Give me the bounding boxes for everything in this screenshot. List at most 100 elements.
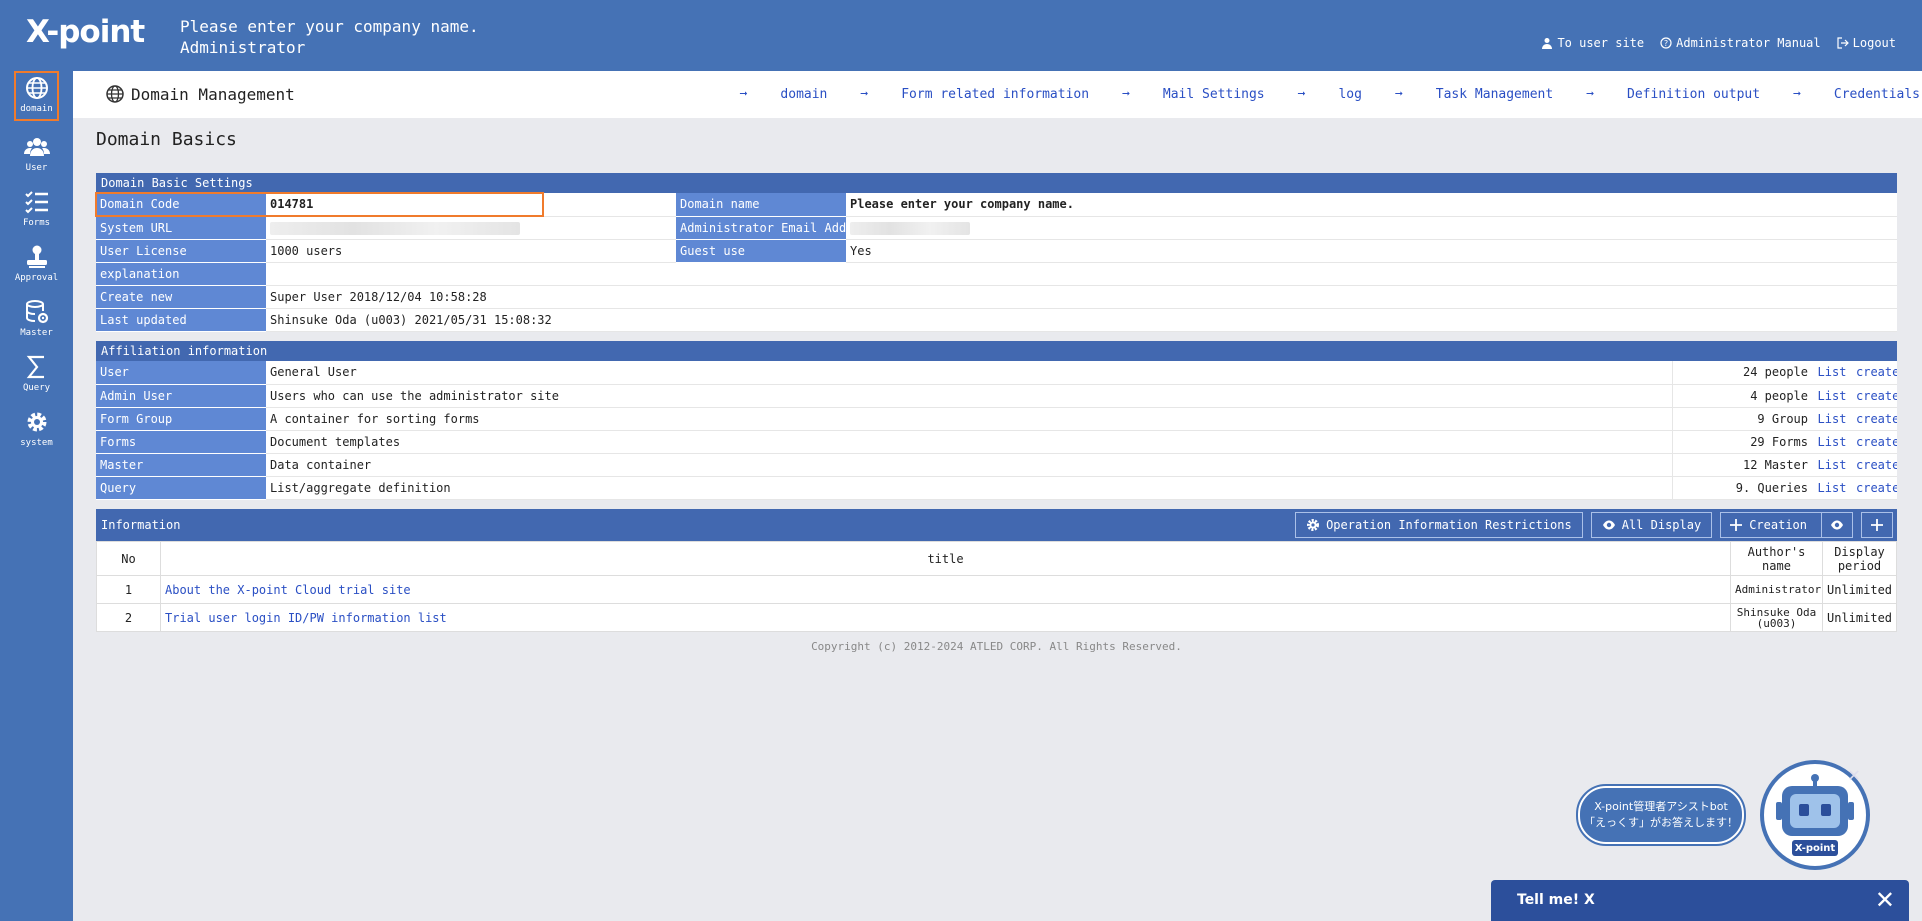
list-link[interactable]: List (1818, 458, 1847, 472)
affiliation-count: 12 Master (1671, 453, 1812, 477)
affiliation-name: Query (96, 476, 266, 500)
top-links: To user site ? Administrator Manual Logo… (1541, 36, 1896, 50)
section-title-label: Domain Management (131, 84, 295, 104)
affiliation-count: 9. Queries (1671, 476, 1812, 500)
domain-name-label: Domain name (676, 193, 846, 217)
affiliation-count: 9 Group (1671, 407, 1812, 431)
nav-item-domain[interactable]: domain (14, 71, 59, 121)
all-display-button[interactable]: All Display (1590, 512, 1713, 538)
link-label: Form related information (901, 87, 1090, 102)
affiliation-desc: A container for sorting forms (266, 407, 1672, 431)
nav-item-system[interactable]: system (14, 407, 59, 457)
information-header: Information Operation Information Restri… (96, 509, 1897, 541)
admin-manual-link[interactable]: ? Administrator Manual (1660, 36, 1821, 50)
user-role: Administrator (180, 38, 306, 57)
link-log[interactable]: ➞ log (1298, 87, 1362, 102)
link-domain[interactable]: ➞ domain (740, 87, 828, 102)
users-icon (23, 138, 50, 156)
list-link[interactable]: List (1818, 481, 1847, 495)
table-row: Master Data container 12 Master List create (96, 453, 1897, 477)
link-task-management[interactable]: ➞ Task Management (1395, 87, 1553, 102)
user-license-value: 1000 users (266, 239, 676, 263)
table-row: System URL Administrator Email Address (96, 216, 1897, 240)
button-label: Creation (1749, 518, 1807, 532)
information-table: No title Author's name Display period 1A… (96, 541, 1897, 632)
link-label: Credentials (1833, 87, 1920, 102)
col-display-period: Display period (1822, 541, 1897, 576)
system-url-label: System URL (96, 216, 266, 240)
create-link[interactable]: create (1856, 458, 1897, 472)
info-title-link[interactable]: Trial user login ID/PW information list (165, 611, 447, 625)
table-row: Last updated Shinsuke Oda (u003) 2021/05… (96, 308, 1897, 332)
creation-button[interactable]: Creation (1721, 513, 1815, 537)
plus-icon (1871, 519, 1883, 531)
nav-item-forms[interactable]: Forms (14, 187, 59, 237)
info-display-period: Unlimited (1822, 603, 1897, 632)
info-no: 1 (96, 575, 161, 604)
nav-item-query[interactable]: Query (14, 352, 59, 402)
panel-header: Domain Basic Settings (96, 173, 1897, 193)
list-link[interactable]: List (1818, 412, 1847, 426)
create-link[interactable]: create (1856, 365, 1897, 379)
link-form-related[interactable]: ➞ Form related information (860, 87, 1089, 102)
nav-item-user[interactable]: User (14, 132, 59, 182)
assistant-badge: X-point (1794, 843, 1836, 854)
info-author: Shinsuke Oda (u003) (1730, 603, 1823, 632)
nav-label: Query (22, 383, 51, 393)
information-toolbar: Operation Information Restrictions All D… (1295, 512, 1893, 538)
list-link[interactable]: List (1818, 389, 1847, 403)
button-label: Operation Information Restrictions (1326, 518, 1572, 532)
affiliation-desc: Users who can use the administrator site (266, 384, 1672, 408)
table-row: Domain Code 014781 Domain name Please en… (96, 193, 1897, 217)
nav-item-master[interactable]: Master (14, 297, 59, 347)
creation-preview-button[interactable] (1821, 513, 1852, 537)
list-link[interactable]: List (1818, 365, 1847, 379)
redacted-value (270, 221, 520, 235)
logout-link[interactable]: Logout (1837, 36, 1896, 50)
eye-icon (1602, 520, 1615, 530)
link-definition-output[interactable]: ➞ Definition output (1586, 87, 1760, 102)
link-mail-settings[interactable]: ➞ Mail Settings (1122, 87, 1265, 102)
checklist-icon (24, 191, 48, 214)
to-user-site-link[interactable]: To user site (1541, 36, 1644, 50)
create-link[interactable]: create (1856, 389, 1897, 403)
create-new-label: Create new (96, 285, 266, 309)
system-url-value (266, 216, 676, 240)
last-updated-label: Last updated (96, 308, 266, 332)
chat-title: Tell me! X (1517, 892, 1595, 908)
link-credentials[interactable]: ➞ Credentials (1793, 87, 1920, 102)
affiliation-count: 4 people (1671, 384, 1812, 408)
assistant-bubble[interactable]: X-point管理者アシストbot 「えっくす」がお答えします！ (1576, 784, 1746, 846)
nav-item-approval[interactable]: Approval (14, 242, 59, 292)
chat-close-icon[interactable]: ✕ (1875, 886, 1895, 914)
create-link[interactable]: create (1856, 481, 1897, 495)
table-row: explanation (96, 262, 1897, 286)
create-link[interactable]: create (1856, 435, 1897, 449)
user-license-label: User License (96, 239, 266, 263)
left-nav: domain User Forms Approval Master Query … (0, 71, 73, 921)
assistant-close-icon[interactable]: ✕ (1848, 764, 1868, 784)
globe-icon (25, 77, 48, 99)
affiliation-desc: General User (266, 361, 1672, 385)
operation-restrictions-button[interactable]: Operation Information Restrictions (1295, 512, 1583, 538)
list-link[interactable]: List (1818, 435, 1847, 449)
create-link[interactable]: create (1856, 412, 1897, 426)
page-title: Domain Basics (96, 129, 237, 150)
add-button[interactable] (1861, 512, 1893, 538)
globe-icon (106, 85, 124, 103)
plus-icon (1730, 519, 1743, 531)
app-logo[interactable]: X-point (26, 14, 145, 50)
svg-text:?: ? (1664, 39, 1668, 48)
link-label: Task Management (1435, 87, 1554, 102)
info-no: 2 (96, 603, 161, 632)
table-row: Create new Super User 2018/12/04 10:58:2… (96, 285, 1897, 309)
domain-code-label: Domain Code (96, 193, 266, 217)
col-title: title (160, 541, 1731, 576)
stamp-icon (26, 245, 47, 268)
help-circle-icon: ? (1660, 37, 1672, 49)
affiliation-table: User General User 24 people List create Admin… (96, 361, 1897, 500)
info-title-link[interactable]: About the X-point Cloud trial site (165, 583, 411, 597)
chat-panel-bar[interactable]: Tell me! X ✕ (1491, 880, 1909, 921)
link-label: domain (780, 87, 828, 102)
nav-label: Approval (14, 273, 59, 283)
